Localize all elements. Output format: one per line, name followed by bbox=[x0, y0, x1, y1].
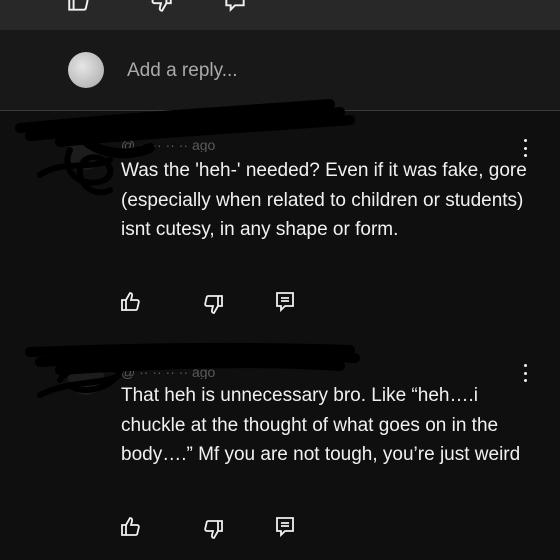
comment-text: That heh is unnecessary bro. Like “heh….… bbox=[121, 385, 521, 465]
avatar bbox=[68, 52, 104, 88]
more-options-button[interactable] bbox=[516, 362, 534, 384]
reply-comment-icon[interactable] bbox=[273, 290, 297, 314]
reply-comment-icon[interactable] bbox=[222, 0, 248, 14]
reply-input[interactable] bbox=[127, 58, 507, 84]
comment-item: @ ·· ·· ·· ·· ago That heh is unnecessar… bbox=[0, 335, 560, 560]
comment-text: Was the 'heh-' needed? Even if it was fa… bbox=[121, 160, 527, 240]
comment-avatar bbox=[68, 359, 104, 395]
more-vertical-icon bbox=[523, 139, 527, 142]
more-options-button[interactable] bbox=[516, 137, 534, 159]
comment-meta: @ ·· ·· ·· ·· ago bbox=[121, 365, 216, 379]
thumbs-down-icon[interactable] bbox=[201, 292, 225, 316]
top-action-bar bbox=[0, 0, 560, 30]
thumbs-down-icon[interactable] bbox=[148, 0, 174, 14]
thumbs-up-icon[interactable] bbox=[119, 515, 143, 539]
comment-meta: @ ·· ·· ·· ·· ago bbox=[121, 138, 216, 152]
more-vertical-icon bbox=[523, 364, 527, 367]
reply-comment-icon[interactable] bbox=[273, 515, 297, 539]
thumbs-up-icon[interactable] bbox=[119, 290, 143, 314]
thumbs-down-icon[interactable] bbox=[201, 517, 225, 541]
comment-avatar bbox=[68, 134, 104, 170]
comment-item: @ ·· ·· ·· ·· ago Was the 'heh-' needed?… bbox=[0, 110, 560, 335]
thumbs-up-icon[interactable] bbox=[66, 0, 92, 14]
add-reply-row bbox=[0, 30, 560, 111]
